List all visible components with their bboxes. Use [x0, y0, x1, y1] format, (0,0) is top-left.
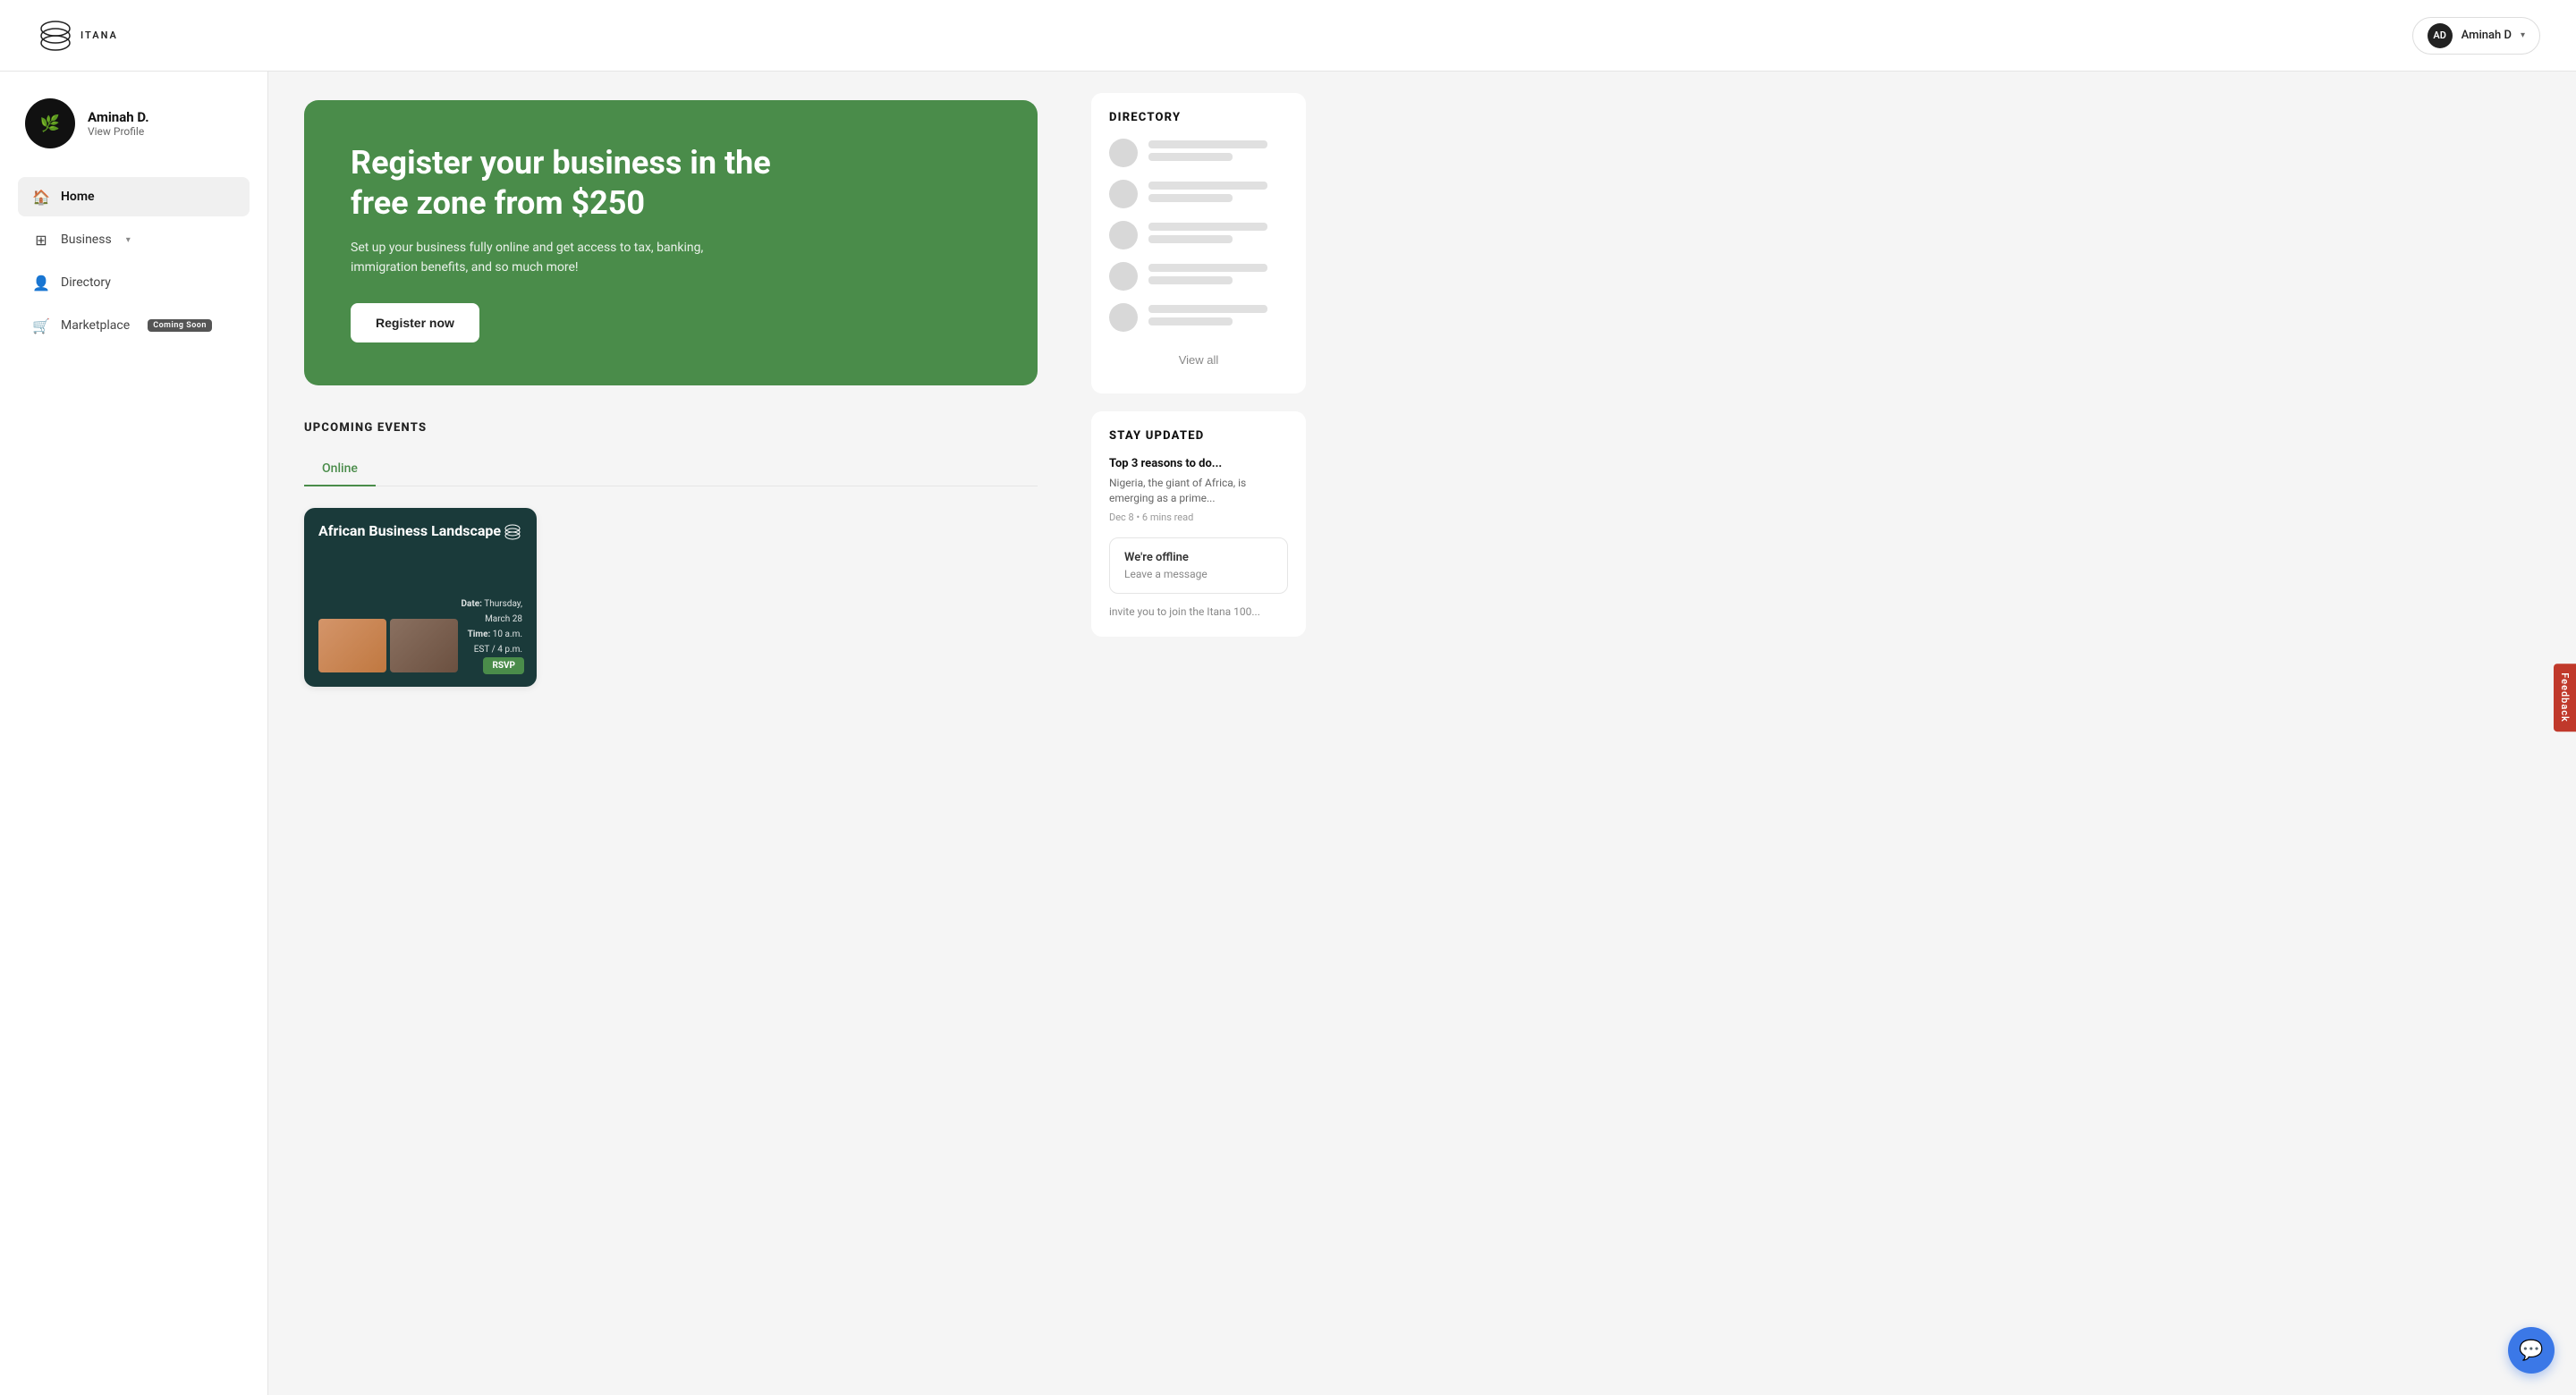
chevron-down-icon: ▾: [2521, 30, 2525, 40]
article-excerpt: Nigeria, the giant of Africa, is emergin…: [1109, 476, 1288, 506]
home-icon: 🏠: [32, 188, 50, 206]
dir-avatar-4: [1109, 262, 1138, 291]
user-name-nav: Aminah D: [2462, 29, 2512, 42]
sidebar-item-marketplace[interactable]: 🛒 Marketplace Coming Soon: [18, 306, 250, 345]
profile-name: Aminah D.: [88, 109, 149, 125]
dir-avatar-5: [1109, 303, 1138, 332]
directory-item: [1109, 262, 1288, 291]
sidebar-nav: 🏠 Home ⊞ Business ▾ 👤 Directory 🛒 Market…: [18, 177, 250, 345]
dir-avatar-1: [1109, 139, 1138, 167]
chat-invite-text: invite you to join the Itana 100...: [1109, 604, 1288, 620]
feedback-label: Feedback: [2559, 672, 2571, 723]
directory-item: [1109, 139, 1288, 167]
event-card: African Business Landscape: [304, 508, 537, 687]
business-icon: ⊞: [32, 231, 50, 249]
chat-subtitle: Leave a message: [1124, 568, 1273, 580]
event-title: African Business Landscape: [318, 522, 501, 541]
user-menu-button[interactable]: AD Aminah D ▾: [2412, 17, 2540, 55]
sidebar-item-label-directory: Directory: [61, 275, 111, 290]
sidebar-item-directory[interactable]: 👤 Directory: [18, 263, 250, 302]
rsvp-badge[interactable]: RSVP: [483, 657, 524, 674]
top-navigation: ITANA AD Aminah D ▾: [0, 0, 2576, 72]
directory-item: [1109, 221, 1288, 249]
events-tabs: Online: [304, 452, 1038, 486]
directory-icon: 👤: [32, 274, 50, 292]
chat-bubble-button[interactable]: 💬: [2508, 1327, 2555, 1374]
events-section: UPCOMING EVENTS Online African Business …: [304, 421, 1038, 687]
article-meta: Dec 8 • 6 mins read: [1109, 512, 1288, 523]
sidebar-item-label-business: Business: [61, 232, 112, 247]
article-read-time: 6 mins read: [1142, 512, 1193, 523]
chat-offline-text: We're offline: [1124, 551, 1273, 564]
sidebar: 🌿 Aminah D. View Profile 🏠 Home ⊞ Busine…: [0, 72, 268, 1395]
chat-widget: We're offline Leave a message: [1109, 537, 1288, 594]
coming-soon-badge: Coming Soon: [148, 319, 212, 332]
main-content: Register your business in the free zone …: [268, 72, 1073, 1395]
user-avatar: AD: [2428, 23, 2453, 48]
event-logo: [503, 522, 522, 545]
events-section-title: UPCOMING EVENTS: [304, 421, 1038, 435]
view-profile-link[interactable]: View Profile: [88, 125, 149, 138]
event-image: African Business Landscape: [304, 508, 537, 687]
register-now-button[interactable]: Register now: [351, 303, 479, 342]
view-all-button[interactable]: View all: [1109, 344, 1288, 376]
sidebar-item-label-marketplace: Marketplace: [61, 318, 130, 333]
hero-title: Register your business in the free zone …: [351, 143, 780, 224]
directory-item: [1109, 303, 1288, 332]
article-preview: Top 3 reasons to do... Nigeria, the gian…: [1109, 457, 1288, 523]
profile-section: 🌿 Aminah D. View Profile: [18, 98, 250, 148]
sidebar-item-label-home: Home: [61, 190, 95, 204]
directory-item: [1109, 180, 1288, 208]
hero-subtitle: Set up your business fully online and ge…: [351, 238, 726, 278]
chevron-right-icon: ▾: [126, 235, 131, 245]
article-date: Dec 8: [1109, 512, 1134, 523]
dir-avatar-2: [1109, 180, 1138, 208]
dir-avatar-3: [1109, 221, 1138, 249]
stay-updated-title: STAY UPDATED: [1109, 429, 1288, 443]
logo[interactable]: ITANA: [36, 16, 118, 55]
right-panel: DIRECTORY View all: [1073, 72, 1324, 1395]
sidebar-item-home[interactable]: 🏠 Home: [18, 177, 250, 216]
hero-card: Register your business in the free zone …: [304, 100, 1038, 385]
sidebar-item-business[interactable]: ⊞ Business ▾: [18, 220, 250, 259]
tab-online[interactable]: Online: [304, 452, 376, 486]
directory-card: DIRECTORY View all: [1091, 93, 1306, 393]
avatar: 🌿: [25, 98, 75, 148]
marketplace-icon: 🛒: [32, 317, 50, 334]
directory-card-title: DIRECTORY: [1109, 111, 1288, 124]
stay-updated-card: STAY UPDATED Top 3 reasons to do... Nige…: [1091, 411, 1306, 637]
article-title: Top 3 reasons to do...: [1109, 457, 1288, 470]
logo-text: ITANA: [80, 30, 118, 41]
chat-bubble-icon: 💬: [2519, 1340, 2543, 1362]
feedback-tab[interactable]: Feedback: [2554, 664, 2576, 731]
